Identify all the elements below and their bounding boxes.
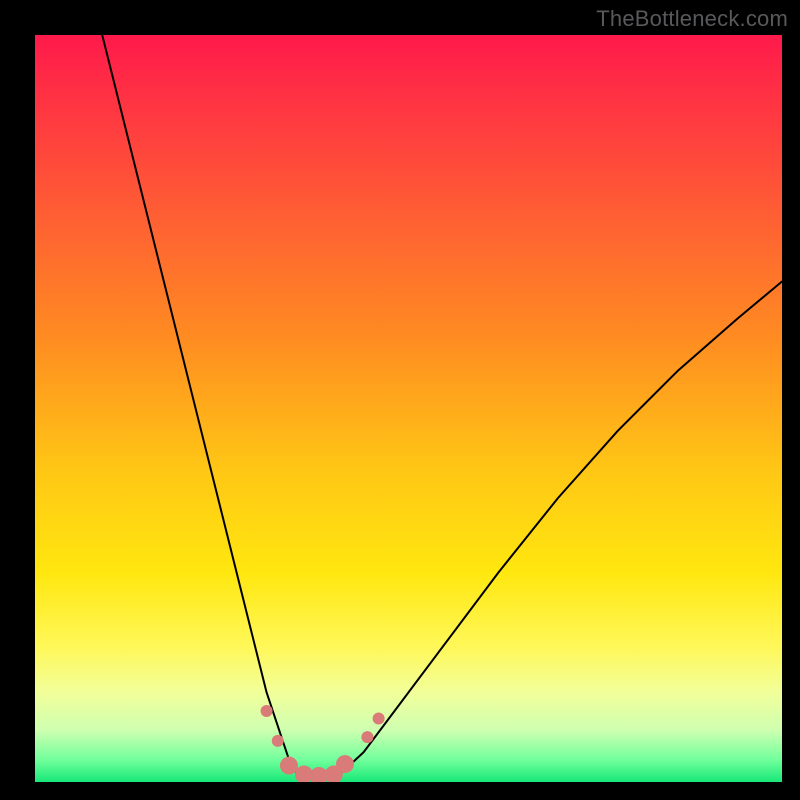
gradient-background [35,35,782,782]
marker-dot [261,705,273,717]
marker-dot [336,755,354,773]
marker-dot [373,713,385,725]
marker-dot [280,757,298,775]
chart-canvas [35,35,782,782]
marker-dot [361,731,373,743]
chart-frame: TheBottleneck.com [0,0,800,800]
plot-area [35,35,782,782]
marker-dot [272,735,284,747]
watermark-text: TheBottleneck.com [596,6,788,32]
